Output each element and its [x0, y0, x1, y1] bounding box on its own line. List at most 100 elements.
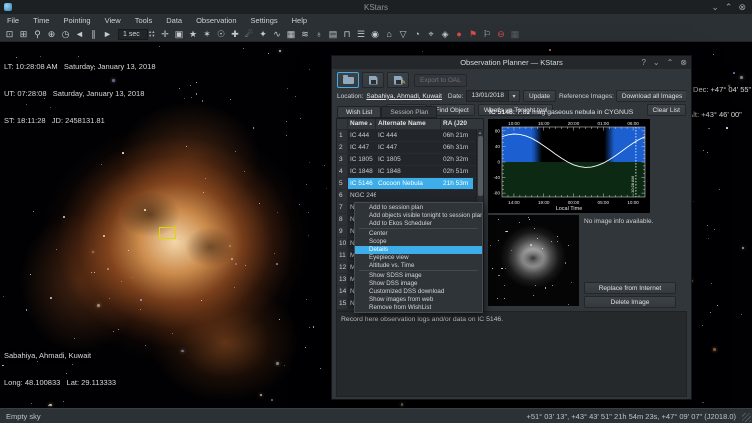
spinner-arrows[interactable]: ▴▾: [149, 30, 151, 38]
date-field[interactable]: 13/01/2018: [466, 90, 509, 102]
table-row[interactable]: 3IC 1805IC 180502h 32m: [337, 154, 483, 166]
menu-file[interactable]: File: [0, 14, 26, 27]
focus-object-icon[interactable]: ✛: [159, 28, 172, 41]
show-constellation-boundaries-icon[interactable]: ▦: [285, 28, 298, 41]
show-equatorial-grid-icon[interactable]: ♁: [313, 28, 326, 41]
resize-grip[interactable]: [742, 413, 751, 422]
star: [244, 171, 245, 172]
menu-item-scope[interactable]: Scope: [355, 238, 482, 246]
record-icon[interactable]: ●: [453, 28, 466, 41]
delete-image-button[interactable]: Delete Image: [584, 296, 676, 308]
table-row[interactable]: 5IC 5146Cocoon Nebula21h 53m: [337, 178, 483, 190]
remove-flag-icon[interactable]: ⊖: [495, 28, 508, 41]
table-row[interactable]: 6NGC 246: [337, 190, 483, 202]
menu-time[interactable]: Time: [26, 14, 56, 27]
dialog-maximize-icon[interactable]: ⌃: [667, 58, 674, 67]
lock-telescope-icon[interactable]: ◈: [439, 28, 452, 41]
find-city-icon[interactable]: ⊕: [45, 28, 58, 41]
chevron-down-icon[interactable]: ▾: [509, 90, 520, 102]
menu-item-show-dss-image[interactable]: Show DSS image: [355, 280, 482, 288]
spinner-arrows[interactable]: ▴▾: [152, 30, 154, 38]
list-flags-icon[interactable]: ⚐: [481, 28, 494, 41]
set-time-icon[interactable]: ◷: [59, 28, 72, 41]
menu-item-details[interactable]: Details: [355, 246, 482, 254]
menu-item-show-sdss-image[interactable]: Show SDSS image: [355, 272, 482, 280]
show-solar-system-icon[interactable]: ☉: [215, 28, 228, 41]
observation-notes-textarea[interactable]: Record here observation logs and/or data…: [336, 311, 687, 397]
dialog-minimize-icon[interactable]: ⌄: [653, 58, 660, 67]
menu-item-add-objects-visible-tonight-to-session-plan[interactable]: Add objects visible tonight to session p…: [355, 212, 482, 220]
table-row[interactable]: 2IC 447IC 44706h 31m: [337, 142, 483, 154]
zoom-fit-icon[interactable]: ⊡: [3, 28, 16, 41]
open-list-button[interactable]: [337, 72, 359, 88]
menu-tools[interactable]: Tools: [128, 14, 160, 27]
menu-pointing[interactable]: Pointing: [56, 14, 97, 27]
maximize-icon[interactable]: ⌃: [725, 0, 733, 14]
dss-thumbnail-image[interactable]: [488, 215, 579, 306]
toggle-clock-icon[interactable]: ∥: [87, 28, 100, 41]
menu-item-add-to-ekos-scheduler[interactable]: Add to Ekos Scheduler: [355, 220, 482, 228]
close-icon[interactable]: ⊗: [738, 0, 746, 14]
menu-data[interactable]: Data: [159, 14, 189, 27]
time-step-back-icon[interactable]: ◄: [73, 28, 86, 41]
timestep-value[interactable]: 1 sec: [118, 29, 148, 40]
help-icon[interactable]: ?: [641, 58, 645, 67]
replace-from-internet-button[interactable]: Replace from Internet: [584, 282, 676, 294]
table-row[interactable]: 4IC 1848IC 184802h 51m: [337, 166, 483, 178]
timestep-spinner[interactable]: 1 sec▴▾▴▾: [118, 29, 155, 40]
dialog-titlebar[interactable]: Observation Planner — KStars ? ⌄ ⌃ ⊗: [332, 56, 691, 69]
name-column-header[interactable]: Name ▴: [348, 119, 376, 129]
star: [286, 121, 287, 122]
find-window-icon[interactable]: ⊞: [17, 28, 30, 41]
update-button[interactable]: Update: [523, 90, 556, 102]
scrollbar-thumb[interactable]: [478, 136, 483, 196]
menu-item-altitude-vs-time[interactable]: Altitude vs. Time: [355, 262, 482, 270]
show-supernovae-icon[interactable]: ✚: [229, 28, 242, 41]
menu-item-show-images-from-web[interactable]: Show images from web: [355, 296, 482, 304]
show-milky-way-icon[interactable]: ≋: [299, 28, 312, 41]
show-ground-icon[interactable]: ⊓: [341, 28, 354, 41]
tab-session-plan[interactable]: Session Plan: [381, 106, 437, 118]
star: [504, 298, 505, 299]
save-list-button[interactable]: [362, 72, 384, 88]
center-telescope-icon[interactable]: ⌖: [425, 28, 438, 41]
dome-icon[interactable]: ⌂: [383, 28, 396, 41]
dialog-close-icon[interactable]: ⊗: [680, 58, 687, 67]
cell-name: IC 1805: [348, 154, 376, 165]
save-list-as-button[interactable]: ✎: [387, 72, 409, 88]
scroll-up-icon[interactable]: ▲: [478, 130, 482, 135]
night-vision-icon[interactable]: ◔: [411, 28, 424, 41]
time-step-forward-icon[interactable]: ►: [101, 28, 114, 41]
download-all-images-button[interactable]: Download all Images: [616, 90, 686, 102]
filter-icon[interactable]: ▽: [397, 28, 410, 41]
show-comets-icon[interactable]: ☄: [243, 28, 256, 41]
menu-item-center[interactable]: Center: [355, 230, 482, 238]
zoom-icon[interactable]: ⚲: [31, 28, 44, 41]
show-stars-icon[interactable]: ★: [187, 28, 200, 41]
menu-help[interactable]: Help: [285, 14, 314, 27]
show-horizontal-grid-icon[interactable]: ▤: [327, 28, 340, 41]
menu-settings[interactable]: Settings: [244, 14, 285, 27]
observation-planner-icon[interactable]: ☰: [355, 28, 368, 41]
menu-item-eyepiece-view[interactable]: Eyepiece view: [355, 254, 482, 262]
alternate-name-column-header[interactable]: Alternate Name: [376, 119, 441, 129]
menu-item-remove-from-wishlist[interactable]: Remove from WishList: [355, 304, 482, 312]
cell-num: 3: [337, 154, 348, 165]
ra-column-header[interactable]: RA (J20: [441, 119, 473, 129]
row-number-header[interactable]: [337, 119, 348, 129]
menu-item-customized-dss-download[interactable]: Customized DSS download: [355, 288, 482, 296]
lock-skymap-icon[interactable]: ◉: [369, 28, 382, 41]
add-flag-icon[interactable]: ⚑: [467, 28, 480, 41]
show-asteroids-icon[interactable]: ✦: [257, 28, 270, 41]
location-link[interactable]: Sabahiya, Ahmadi, Kuwait: [366, 93, 442, 100]
minimize-icon[interactable]: ⌄: [711, 0, 719, 14]
menu-item-add-to-session-plan[interactable]: Add to session plan: [355, 204, 482, 212]
export-sky-image-icon[interactable]: ▣: [173, 28, 186, 41]
table-row[interactable]: 1IC 444IC 44406h 21m: [337, 130, 483, 142]
tab-wish-list[interactable]: Wish List: [337, 106, 381, 118]
menu-view[interactable]: View: [98, 14, 128, 27]
show-constellation-lines-icon[interactable]: ∿: [271, 28, 284, 41]
star: [159, 46, 160, 47]
show-deep-sky-icon[interactable]: ✶: [201, 28, 214, 41]
menu-observation[interactable]: Observation: [189, 14, 243, 27]
